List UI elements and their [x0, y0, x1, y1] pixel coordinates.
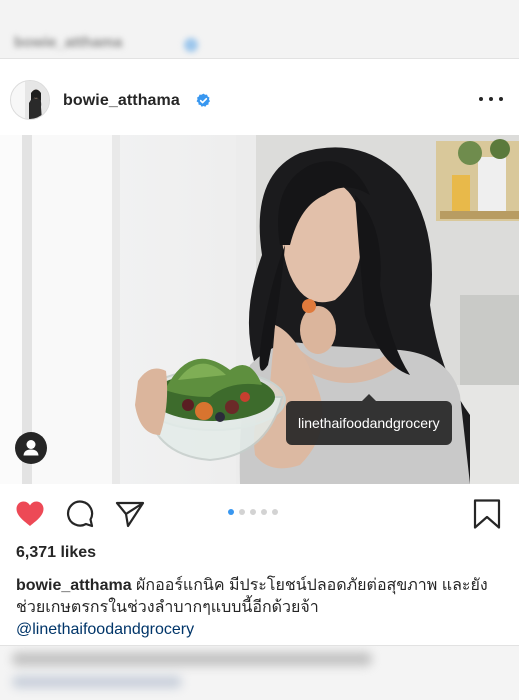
- header-username[interactable]: bowie_atthama: [63, 92, 180, 110]
- blurred-username: bowie_atthama: [14, 34, 123, 51]
- post-caption: bowie_atthama ผักออร์แกนิค มีประโยชน์ปลอ…: [16, 575, 506, 641]
- instagram-post: bowie_atthama linethaifoodandgrocery 6,3…: [0, 58, 519, 646]
- heart-filled-icon[interactable]: [14, 498, 46, 530]
- blurred-text-line: [12, 652, 372, 666]
- more-options-button[interactable]: [479, 89, 503, 109]
- blurred-previous-post: bowie_atthama: [0, 0, 519, 58]
- person-icon[interactable]: [15, 432, 47, 464]
- blurred-verified-icon: [184, 38, 198, 52]
- profile-avatar[interactable]: [10, 80, 50, 120]
- carousel-dot: [272, 509, 278, 515]
- carousel-dot: [261, 509, 267, 515]
- likes-count[interactable]: 6,371 likes: [16, 544, 96, 562]
- carousel-indicator: [228, 509, 278, 515]
- post-header: bowie_atthama: [0, 59, 519, 135]
- carousel-dot: [239, 509, 245, 515]
- more-dot: [499, 97, 503, 101]
- comment-icon[interactable]: [64, 498, 96, 530]
- carousel-dot-active: [228, 509, 234, 515]
- product-tag-label[interactable]: linethaifoodandgrocery: [286, 394, 452, 445]
- blurred-next-post: [0, 646, 519, 700]
- carousel-dot: [250, 509, 256, 515]
- more-dot: [479, 97, 483, 101]
- caption-mention-link[interactable]: @linethaifoodandgrocery: [16, 619, 506, 641]
- action-bar: [0, 484, 519, 540]
- caption-username[interactable]: bowie_atthama: [16, 577, 132, 594]
- post-photo[interactable]: linethaifoodandgrocery: [0, 135, 519, 484]
- blurred-link-line: [12, 676, 182, 688]
- share-icon[interactable]: [114, 498, 146, 530]
- bookmark-icon[interactable]: [471, 498, 503, 530]
- more-dot: [489, 97, 493, 101]
- verified-badge-icon: [196, 93, 210, 107]
